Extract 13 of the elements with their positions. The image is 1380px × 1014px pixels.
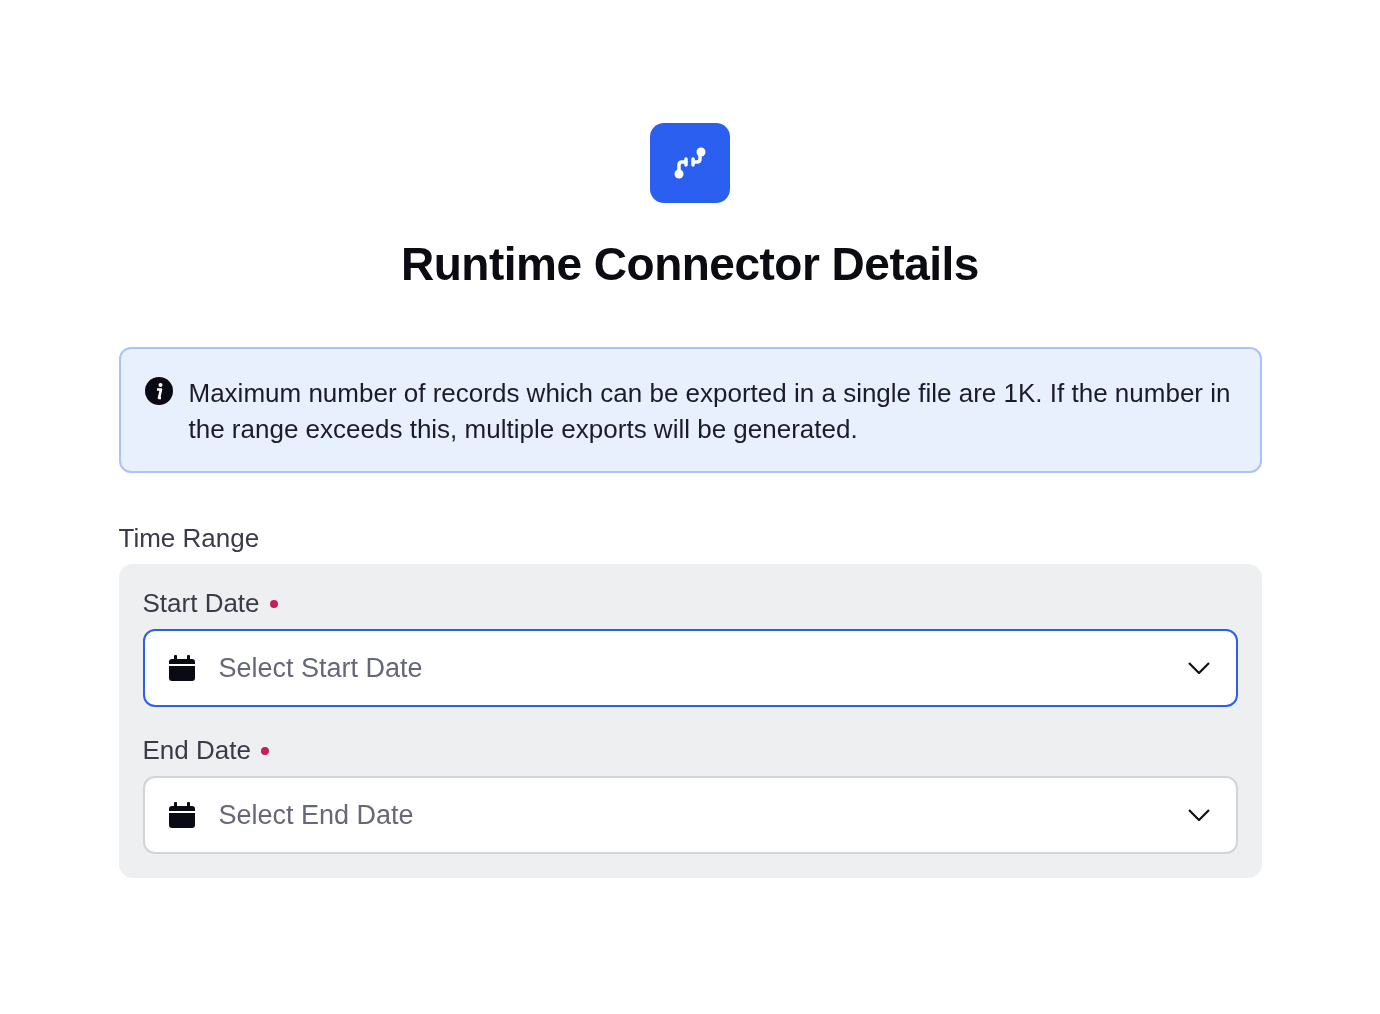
date-dropdown[interactable]: Select End Date — [142, 776, 1238, 854]
chevron-down-icon — [1187, 662, 1210, 674]
section-label: Time Range — [118, 523, 260, 554]
info-message: Maximum number of records which can be exported in a single file are 1K. If the number in the range exceeds this, multiple exports will be generated. — [188, 377, 1232, 446]
page-title: Runtime Connector Details — [401, 237, 979, 291]
calendar-icon — [168, 655, 195, 681]
field-label: End Date — [142, 735, 251, 766]
info-icon — [144, 377, 173, 405]
field-label: Start Date — [142, 588, 260, 619]
date-dropdown[interactable]: Select Start Date — [142, 629, 1238, 707]
connector-logo-icon — [650, 123, 730, 203]
calendar-icon — [168, 802, 195, 828]
chevron-down-icon — [1187, 809, 1210, 821]
